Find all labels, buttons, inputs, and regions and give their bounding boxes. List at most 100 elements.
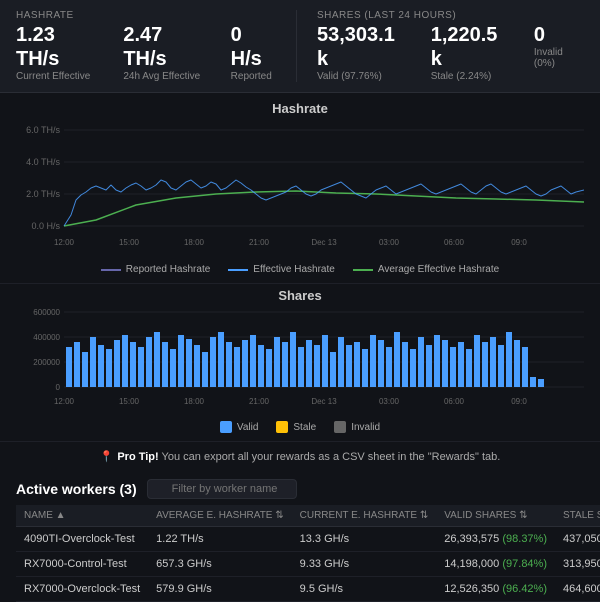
- shares-group: Shares (last 24 hours) 53,303.1 k Valid …: [317, 10, 584, 82]
- legend-reported: Reported Hashrate: [101, 264, 211, 275]
- table-row: 4090TI-Overclock-Test 1.22 TH/s 13.3 GH/…: [16, 527, 600, 552]
- svg-text:12:00: 12:00: [54, 238, 75, 247]
- 24h-avg-value: 2.47 TH/s: [123, 23, 206, 71]
- pro-tip-text: You can export all your rewards as a CSV…: [159, 451, 501, 463]
- worker-stale-shares: 437,050 (1.63%): [555, 527, 600, 552]
- worker-avg-hashrate: 657.3 GH/s: [148, 552, 291, 577]
- hashrate-label: Hashrate: [16, 10, 276, 21]
- shares-chart-svg: 600000 400000 200000 0 12:00 15:00 18:00…: [16, 307, 584, 417]
- legend-valid-shares: Valid: [220, 421, 259, 433]
- legend-effective-line: [228, 269, 248, 271]
- legend-reported-line: [101, 269, 121, 271]
- legend-avg-label: Average Effective Hashrate: [378, 264, 499, 275]
- shares-chart-title: Shares: [16, 288, 584, 303]
- current-effective-value: 1.23 TH/s: [16, 23, 99, 71]
- stat-current-effective: 1.23 TH/s Current Effective: [16, 23, 99, 82]
- svg-text:06:00: 06:00: [444, 238, 465, 247]
- worker-avg-hashrate: 1.22 TH/s: [148, 527, 291, 552]
- hashrate-chart-section: Hashrate 6.0 TH/s 4.0 TH/s 2.0 TH/s 0.0 …: [0, 93, 600, 283]
- legend-valid-label: Valid: [237, 422, 259, 433]
- hashrate-group: Hashrate 1.23 TH/s Current Effective 2.4…: [16, 10, 276, 82]
- stats-divider: [296, 10, 297, 82]
- worker-cur-hashrate: 13.3 GH/s: [292, 527, 437, 552]
- workers-table-header-row: NAME ▲ AVERAGE E. HASHRATE ⇅ CURRENT E. …: [16, 505, 600, 527]
- col-cur-hashrate[interactable]: CURRENT E. HASHRATE ⇅: [292, 505, 437, 527]
- col-valid-shares[interactable]: VALID SHARES ⇅: [436, 505, 555, 527]
- legend-invalid-box: [334, 421, 346, 433]
- legend-avg-line: [353, 269, 373, 271]
- stale-shares-label: Stale (2.24%): [431, 71, 510, 82]
- svg-text:21:00: 21:00: [249, 238, 270, 247]
- worker-name-cell[interactable]: RX7000-Control-Test: [16, 552, 148, 577]
- workers-table-head: NAME ▲ AVERAGE E. HASHRATE ⇅ CURRENT E. …: [16, 505, 600, 527]
- worker-filter-input[interactable]: [147, 479, 297, 499]
- svg-text:18:00: 18:00: [184, 238, 205, 247]
- svg-text:09:0: 09:0: [511, 238, 527, 247]
- workers-section: Active workers (3) 🔍 NAME ▲ AVERAGE E. H…: [0, 471, 600, 602]
- valid-shares-value: 53,303.1 k: [317, 23, 407, 71]
- workers-header: Active workers (3) 🔍: [16, 479, 584, 499]
- col-avg-hashrate[interactable]: AVERAGE E. HASHRATE ⇅: [148, 505, 291, 527]
- worker-cur-hashrate: 9.5 GH/s: [292, 577, 437, 602]
- workers-table-body: 4090TI-Overclock-Test 1.22 TH/s 13.3 GH/…: [16, 527, 600, 602]
- hashrate-chart-container: 6.0 TH/s 4.0 TH/s 2.0 TH/s 0.0 H/s 12:00…: [16, 120, 584, 260]
- legend-valid-box: [220, 421, 232, 433]
- worker-stale-shares: 464,600 (3.58%): [555, 577, 600, 602]
- svg-text:15:00: 15:00: [119, 397, 140, 406]
- legend-effective: Effective Hashrate: [228, 264, 335, 275]
- pro-tip-prefix: Pro Tip!: [117, 451, 158, 463]
- pro-tip-bar: 📍Pro Tip! You can export all your reward…: [0, 441, 600, 471]
- svg-text:12:00: 12:00: [54, 397, 75, 406]
- col-stale-shares[interactable]: STALE SHARES ⇅: [555, 505, 600, 527]
- hashrate-chart-svg: 6.0 TH/s 4.0 TH/s 2.0 TH/s 0.0 H/s 12:00…: [16, 120, 584, 260]
- workers-title: Active workers (3): [16, 481, 137, 497]
- svg-text:15:00: 15:00: [119, 238, 140, 247]
- pin-icon: 📍: [100, 451, 114, 463]
- svg-text:18:00: 18:00: [184, 397, 205, 406]
- worker-cur-hashrate: 9.33 GH/s: [292, 552, 437, 577]
- legend-stale-box: [276, 421, 288, 433]
- legend-invalid-label: Invalid: [351, 422, 380, 433]
- table-row: RX7000-Overclock-Test 579.9 GH/s 9.5 GH/…: [16, 577, 600, 602]
- svg-text:400000: 400000: [33, 333, 60, 342]
- worker-valid-shares: 26,393,575 (98.37%): [436, 527, 555, 552]
- workers-table: NAME ▲ AVERAGE E. HASHRATE ⇅ CURRENT E. …: [16, 505, 600, 602]
- stat-stale-shares: 1,220.5 k Stale (2.24%): [431, 23, 510, 82]
- worker-name-cell[interactable]: RX7000-Overclock-Test: [16, 577, 148, 602]
- 24h-avg-label: 24h Avg Effective: [123, 71, 206, 82]
- svg-text:600000: 600000: [33, 308, 60, 317]
- reported-value: 0 H/s: [231, 23, 276, 71]
- stale-shares-value: 1,220.5 k: [431, 23, 510, 71]
- legend-invalid-shares: Invalid: [334, 421, 380, 433]
- valid-shares-label: Valid (97.76%): [317, 71, 407, 82]
- svg-text:200000: 200000: [33, 358, 60, 367]
- table-row: RX7000-Control-Test 657.3 GH/s 9.33 GH/s…: [16, 552, 600, 577]
- current-effective-label: Current Effective: [16, 71, 99, 82]
- svg-text:06:00: 06:00: [444, 397, 465, 406]
- legend-stale-shares: Stale: [276, 421, 316, 433]
- filter-wrapper: 🔍: [147, 479, 297, 499]
- stat-24h-avg: 2.47 TH/s 24h Avg Effective: [123, 23, 206, 82]
- stat-reported: 0 H/s Reported: [231, 23, 276, 82]
- legend-reported-label: Reported Hashrate: [126, 264, 211, 275]
- shares-chart-legend: Valid Stale Invalid: [16, 421, 584, 433]
- svg-text:Dec 13: Dec 13: [311, 397, 337, 406]
- reported-label: Reported: [231, 71, 276, 82]
- svg-text:09:0: 09:0: [511, 397, 527, 406]
- hashrate-chart-title: Hashrate: [16, 101, 584, 116]
- worker-name-cell[interactable]: 4090TI-Overclock-Test: [16, 527, 148, 552]
- svg-text:03:00: 03:00: [379, 238, 400, 247]
- legend-effective-label: Effective Hashrate: [253, 264, 335, 275]
- worker-valid-shares: 14,198,000 (97.84%): [436, 552, 555, 577]
- invalid-shares-value: 0: [534, 23, 584, 47]
- stat-valid-shares: 53,303.1 k Valid (97.76%): [317, 23, 407, 82]
- shares-label: Shares (last 24 hours): [317, 10, 584, 21]
- worker-avg-hashrate: 579.9 GH/s: [148, 577, 291, 602]
- legend-avg-effective: Average Effective Hashrate: [353, 264, 499, 275]
- hashrate-items: 1.23 TH/s Current Effective 2.47 TH/s 24…: [16, 23, 276, 82]
- col-name[interactable]: NAME ▲: [16, 505, 148, 527]
- invalid-shares-label: Invalid (0%): [534, 47, 584, 69]
- svg-text:Dec 13: Dec 13: [311, 238, 337, 247]
- svg-text:03:00: 03:00: [379, 397, 400, 406]
- shares-chart-container: 600000 400000 200000 0 12:00 15:00 18:00…: [16, 307, 584, 417]
